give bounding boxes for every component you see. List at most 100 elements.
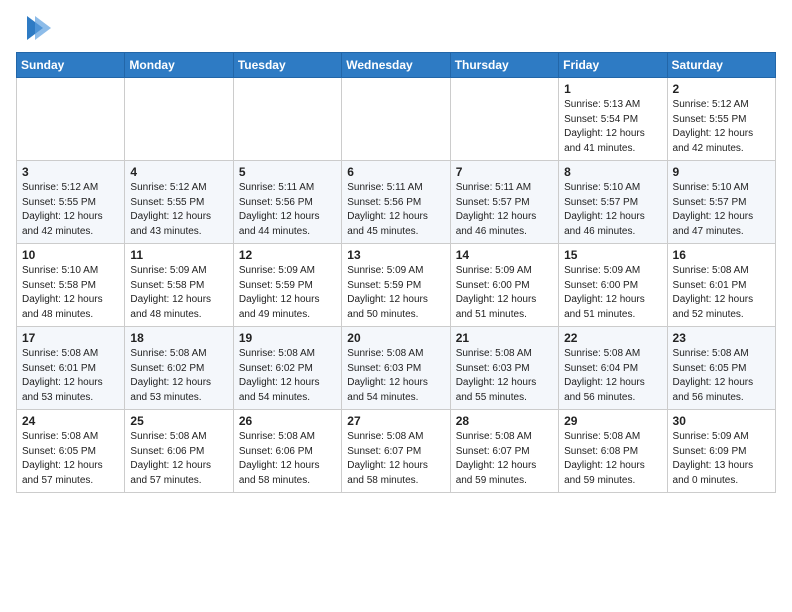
day-info: Sunrise: 5:10 AM Sunset: 5:57 PM Dayligh… bbox=[673, 181, 771, 239]
day-cell: 20 Sunrise: 5:08 AM Sunset: 6:03 PM Dayli… bbox=[342, 327, 450, 410]
day-info: Sunrise: 5:11 AM Sunset: 5:57 PM Dayligh… bbox=[456, 181, 554, 239]
week-row-1: 1 Sunrise: 5:13 AM Sunset: 5:54 PM Daylig… bbox=[17, 78, 776, 161]
day-number: 15 bbox=[564, 248, 662, 262]
day-info: Sunrise: 5:08 AM Sunset: 6:04 PM Dayligh… bbox=[564, 347, 662, 405]
day-info: Sunrise: 5:08 AM Sunset: 6:05 PM Dayligh… bbox=[22, 430, 120, 488]
week-row-5: 24 Sunrise: 5:08 AM Sunset: 6:05 PM Dayli… bbox=[17, 410, 776, 493]
day-cell bbox=[342, 78, 450, 161]
day-number: 9 bbox=[673, 165, 771, 179]
day-cell: 22 Sunrise: 5:08 AM Sunset: 6:04 PM Dayli… bbox=[559, 327, 667, 410]
day-cell bbox=[233, 78, 341, 161]
day-number: 1 bbox=[564, 82, 662, 96]
day-number: 7 bbox=[456, 165, 554, 179]
day-cell: 1 Sunrise: 5:13 AM Sunset: 5:54 PM Daylig… bbox=[559, 78, 667, 161]
day-cell: 30Sunrise: 5:09 AM Sunset: 6:09 PM Dayli… bbox=[667, 410, 775, 493]
day-info: Sunrise: 5:08 AM Sunset: 6:01 PM Dayligh… bbox=[673, 264, 771, 322]
day-info: Sunrise: 5:09 AM Sunset: 5:59 PM Dayligh… bbox=[239, 264, 337, 322]
day-cell: 28 Sunrise: 5:08 AM Sunset: 6:07 PM Dayli… bbox=[450, 410, 558, 493]
day-info: Sunrise: 5:09 AM Sunset: 5:58 PM Dayligh… bbox=[130, 264, 228, 322]
day-cell: 19 Sunrise: 5:08 AM Sunset: 6:02 PM Dayli… bbox=[233, 327, 341, 410]
day-info: Sunrise: 5:12 AM Sunset: 5:55 PM Dayligh… bbox=[673, 98, 771, 156]
day-cell: 24 Sunrise: 5:08 AM Sunset: 6:05 PM Dayli… bbox=[17, 410, 125, 493]
day-number: 29 bbox=[564, 414, 662, 428]
day-cell: 17 Sunrise: 5:08 AM Sunset: 6:01 PM Dayli… bbox=[17, 327, 125, 410]
logo-icon bbox=[19, 12, 51, 44]
day-cell bbox=[125, 78, 233, 161]
day-number: 19 bbox=[239, 331, 337, 345]
day-cell: 9 Sunrise: 5:10 AM Sunset: 5:57 PM Daylig… bbox=[667, 161, 775, 244]
day-cell bbox=[450, 78, 558, 161]
day-cell: 5 Sunrise: 5:11 AM Sunset: 5:56 PM Daylig… bbox=[233, 161, 341, 244]
day-number: 12 bbox=[239, 248, 337, 262]
day-number: 4 bbox=[130, 165, 228, 179]
day-number: 14 bbox=[456, 248, 554, 262]
week-row-3: 10 Sunrise: 5:10 AM Sunset: 5:58 PM Dayli… bbox=[17, 244, 776, 327]
day-info: Sunrise: 5:08 AM Sunset: 6:01 PM Dayligh… bbox=[22, 347, 120, 405]
day-info: Sunrise: 5:09 AM Sunset: 6:09 PM Dayligh… bbox=[673, 430, 771, 488]
day-number: 10 bbox=[22, 248, 120, 262]
calendar-table: SundayMondayTuesdayWednesdayThursdayFrid… bbox=[16, 52, 776, 493]
week-row-4: 17 Sunrise: 5:08 AM Sunset: 6:01 PM Dayli… bbox=[17, 327, 776, 410]
day-number: 23 bbox=[673, 331, 771, 345]
day-number: 22 bbox=[564, 331, 662, 345]
day-info: Sunrise: 5:09 AM Sunset: 6:00 PM Dayligh… bbox=[456, 264, 554, 322]
day-cell: 12 Sunrise: 5:09 AM Sunset: 5:59 PM Dayli… bbox=[233, 244, 341, 327]
week-row-2: 3 Sunrise: 5:12 AM Sunset: 5:55 PM Daylig… bbox=[17, 161, 776, 244]
day-cell: 25 Sunrise: 5:08 AM Sunset: 6:06 PM Dayli… bbox=[125, 410, 233, 493]
day-info: Sunrise: 5:08 AM Sunset: 6:02 PM Dayligh… bbox=[130, 347, 228, 405]
day-cell: 4 Sunrise: 5:12 AM Sunset: 5:55 PM Daylig… bbox=[125, 161, 233, 244]
day-number: 8 bbox=[564, 165, 662, 179]
header bbox=[16, 10, 776, 44]
day-cell: 10 Sunrise: 5:10 AM Sunset: 5:58 PM Dayli… bbox=[17, 244, 125, 327]
day-cell: 29 Sunrise: 5:08 AM Sunset: 6:08 PM Dayli… bbox=[559, 410, 667, 493]
day-info: Sunrise: 5:09 AM Sunset: 5:59 PM Dayligh… bbox=[347, 264, 445, 322]
weekday-header-saturday: Saturday bbox=[667, 53, 775, 78]
calendar-page: SundayMondayTuesdayWednesdayThursdayFrid… bbox=[0, 0, 792, 509]
day-info: Sunrise: 5:13 AM Sunset: 5:54 PM Dayligh… bbox=[564, 98, 662, 156]
day-number: 20 bbox=[347, 331, 445, 345]
day-number: 27 bbox=[347, 414, 445, 428]
day-number: 11 bbox=[130, 248, 228, 262]
day-info: Sunrise: 5:08 AM Sunset: 6:07 PM Dayligh… bbox=[456, 430, 554, 488]
day-number: 13 bbox=[347, 248, 445, 262]
weekday-header-tuesday: Tuesday bbox=[233, 53, 341, 78]
day-number: 25 bbox=[130, 414, 228, 428]
day-cell bbox=[17, 78, 125, 161]
day-number: 3 bbox=[22, 165, 120, 179]
day-cell: 26Sunrise: 5:08 AM Sunset: 6:06 PM Dayli… bbox=[233, 410, 341, 493]
day-number: 16 bbox=[673, 248, 771, 262]
day-number: 17 bbox=[22, 331, 120, 345]
day-number: 18 bbox=[130, 331, 228, 345]
day-number: 2 bbox=[673, 82, 771, 96]
day-info: Sunrise: 5:08 AM Sunset: 6:08 PM Dayligh… bbox=[564, 430, 662, 488]
day-info: Sunrise: 5:08 AM Sunset: 6:06 PM Dayligh… bbox=[130, 430, 228, 488]
day-info: Sunrise: 5:10 AM Sunset: 5:57 PM Dayligh… bbox=[564, 181, 662, 239]
day-cell: 11 Sunrise: 5:09 AM Sunset: 5:58 PM Dayli… bbox=[125, 244, 233, 327]
logo bbox=[16, 16, 51, 44]
day-number: 24 bbox=[22, 414, 120, 428]
day-cell: 6Sunrise: 5:11 AM Sunset: 5:56 PM Daylig… bbox=[342, 161, 450, 244]
day-info: Sunrise: 5:12 AM Sunset: 5:55 PM Dayligh… bbox=[22, 181, 120, 239]
day-info: Sunrise: 5:08 AM Sunset: 6:07 PM Dayligh… bbox=[347, 430, 445, 488]
weekday-header-wednesday: Wednesday bbox=[342, 53, 450, 78]
day-cell: 16 Sunrise: 5:08 AM Sunset: 6:01 PM Dayli… bbox=[667, 244, 775, 327]
day-number: 5 bbox=[239, 165, 337, 179]
day-cell: 2 Sunrise: 5:12 AM Sunset: 5:55 PM Daylig… bbox=[667, 78, 775, 161]
day-number: 28 bbox=[456, 414, 554, 428]
day-info: Sunrise: 5:08 AM Sunset: 6:06 PM Dayligh… bbox=[239, 430, 337, 488]
day-info: Sunrise: 5:12 AM Sunset: 5:55 PM Dayligh… bbox=[130, 181, 228, 239]
day-number: 21 bbox=[456, 331, 554, 345]
weekday-header-thursday: Thursday bbox=[450, 53, 558, 78]
day-info: Sunrise: 5:11 AM Sunset: 5:56 PM Dayligh… bbox=[239, 181, 337, 239]
logo-text-block bbox=[16, 16, 51, 44]
day-info: Sunrise: 5:08 AM Sunset: 6:03 PM Dayligh… bbox=[347, 347, 445, 405]
day-cell: 8 Sunrise: 5:10 AM Sunset: 5:57 PM Daylig… bbox=[559, 161, 667, 244]
weekday-header-sunday: Sunday bbox=[17, 53, 125, 78]
day-cell: 21 Sunrise: 5:08 AM Sunset: 6:03 PM Dayli… bbox=[450, 327, 558, 410]
weekday-header-monday: Monday bbox=[125, 53, 233, 78]
day-cell: 23Sunrise: 5:08 AM Sunset: 6:05 PM Dayli… bbox=[667, 327, 775, 410]
day-info: Sunrise: 5:08 AM Sunset: 6:03 PM Dayligh… bbox=[456, 347, 554, 405]
day-info: Sunrise: 5:10 AM Sunset: 5:58 PM Dayligh… bbox=[22, 264, 120, 322]
weekday-header-friday: Friday bbox=[559, 53, 667, 78]
day-info: Sunrise: 5:08 AM Sunset: 6:02 PM Dayligh… bbox=[239, 347, 337, 405]
